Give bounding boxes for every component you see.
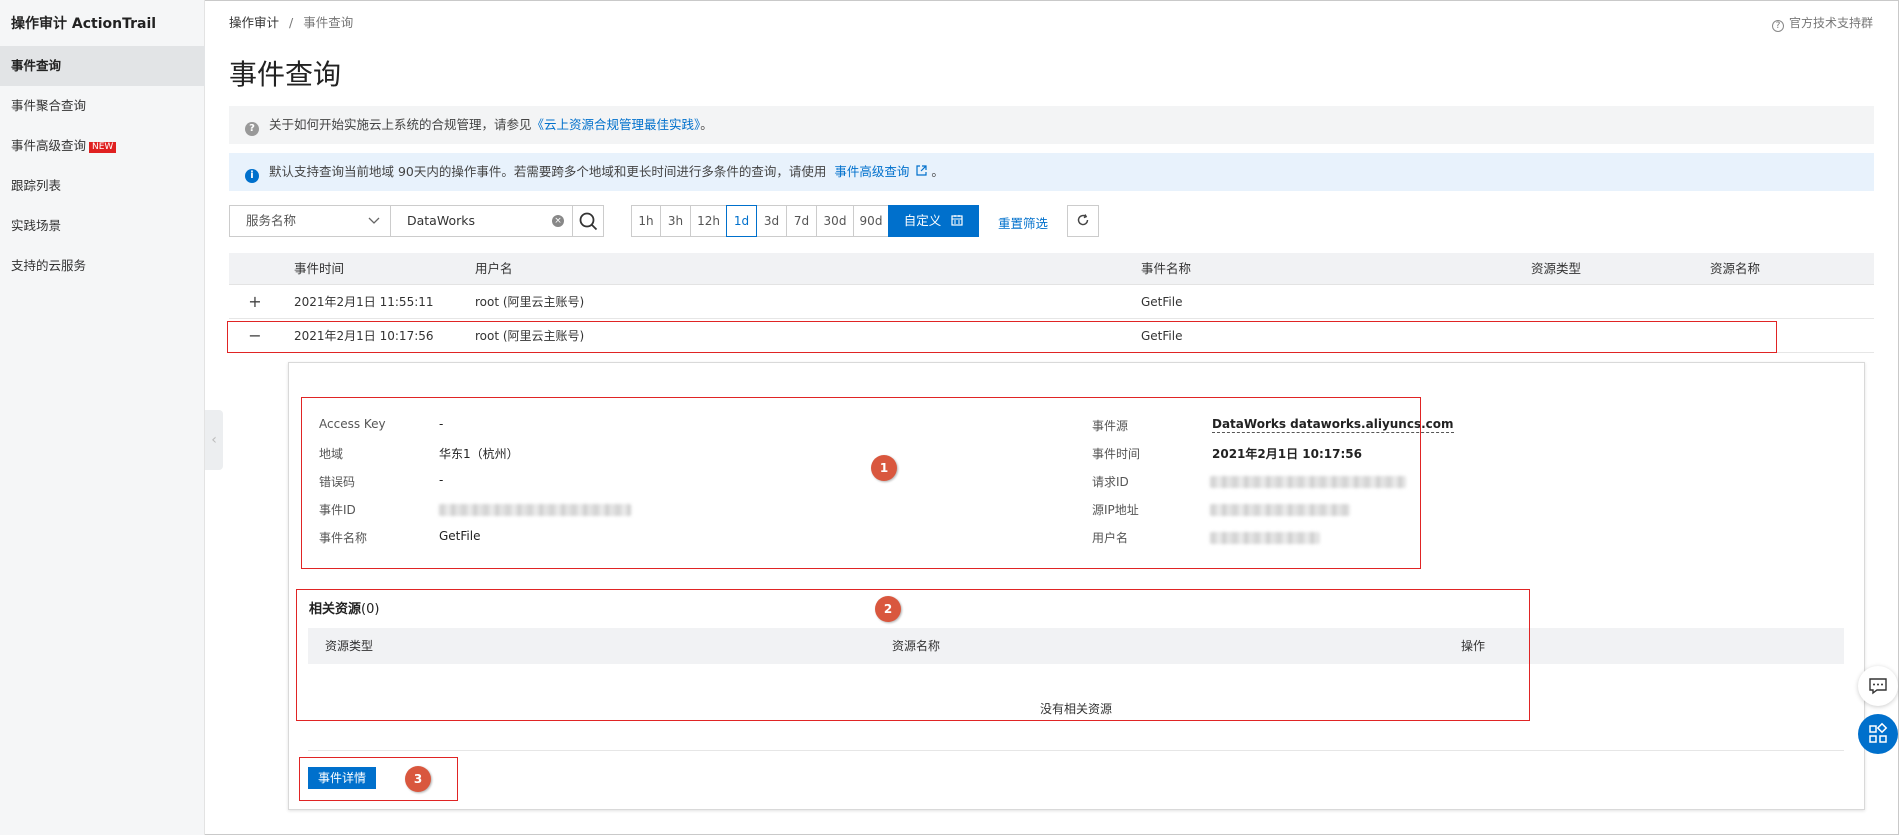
range-3d[interactable]: 3d [756,205,787,237]
col-event-name: 事件名称 [1141,261,1192,276]
event-source-link[interactable]: DataWorks dataworks.aliyuncs.com [1212,417,1454,433]
username-redacted [1210,532,1320,544]
empty-resources-text: 没有相关资源 [1040,702,1113,716]
search-input[interactable]: DataWorks × [390,205,573,237]
source-ip-redacted [1210,504,1350,516]
service-select[interactable]: 服务名称 [229,205,391,237]
event-detail-panel [288,362,1865,810]
range-30d[interactable]: 30d [816,205,854,237]
sidebar-item-advanced-query[interactable]: 事件高级查询 NEW [0,126,205,166]
refresh-button[interactable] [1067,205,1099,237]
sidebar-item-supported-services[interactable]: 支持的云服务 [0,246,205,286]
search-icon [579,212,598,231]
clear-icon[interactable]: × [552,215,564,227]
apps-float-button[interactable] [1858,714,1898,754]
annotation-badge-1: 1 [871,455,897,481]
page-title: 事件查询 [229,58,342,91]
custom-range-button[interactable]: 自定义 [888,205,979,237]
related-resources-title: 相关资源(0) [309,602,380,617]
range-90d[interactable]: 90d [853,205,889,237]
apps-icon [1869,722,1888,743]
compliance-guide-link[interactable]: 《云上资源合规管理最佳实践》 [532,117,701,132]
range-12h[interactable]: 12h [690,205,727,237]
sidebar-item-scenarios[interactable]: 实践场景 [0,206,205,246]
chevron-down-icon [368,206,380,248]
help-circle-icon: ? [1771,20,1784,32]
sidebar-item-aggregate-query[interactable]: 事件聚合查询 [0,86,205,126]
sidebar-item-event-query[interactable]: 事件查询 [0,46,205,86]
event-detail-button[interactable]: 事件详情 [308,767,376,789]
panel-divider [308,750,1844,751]
advanced-query-link[interactable]: 事件高级查询 [834,164,931,179]
col-user: 用户名 [475,261,513,276]
event-id-redacted [439,504,631,516]
new-badge: NEW [89,142,117,153]
reset-filter-link[interactable]: 重置筛选 [998,213,1048,232]
col-event-time: 事件时间 [294,261,345,276]
request-id-redacted [1210,476,1406,488]
refresh-icon [1077,214,1089,226]
info-notice: i 默认支持查询当前地域 90天内的操作事件。若需要跨多个地域和更长时间进行多条件… [229,153,1874,191]
table-row[interactable]: + 2021年2月1日 11:55:11 root (阿里云主账号) GetFi… [229,285,1874,319]
support-link[interactable]: ? 官方技术支持群 [1771,14,1873,32]
collapse-icon[interactable]: − [245,319,265,353]
sidebar-collapse-handle[interactable]: ‹ [205,410,223,470]
chat-icon [1869,678,1887,695]
expand-icon[interactable]: + [245,285,265,319]
breadcrumb-root[interactable]: 操作审计 [229,15,279,30]
sidebar-title: 操作审计 ActionTrail [11,16,157,32]
sidebar: 操作审计 ActionTrail 事件查询 事件聚合查询 事件高级查询 NEW 跟… [0,0,205,835]
annotation-badge-3: 3 [405,766,431,792]
sidebar-item-trail-list[interactable]: 跟踪列表 [0,166,205,206]
compliance-notice: ? 关于如何开始实施云上系统的合规管理，请参见《云上资源合规管理最佳实践》。 [229,106,1874,144]
breadcrumb: 操作审计 / 事件查询 [229,15,354,30]
col-resource-name: 资源名称 [1710,261,1761,276]
external-link-icon [916,165,927,176]
range-7d[interactable]: 7d [786,205,817,237]
help-icon: ? [245,122,259,136]
info-icon: i [245,169,259,183]
col-resource-type: 资源类型 [1531,261,1582,276]
breadcrumb-current: 事件查询 [303,15,354,30]
resources-table-header: 资源类型 资源名称 操作 [308,628,1844,664]
events-table-header: 事件时间 用户名 事件名称 资源类型 资源名称 [229,253,1874,285]
chevron-left-icon: ‹ [211,432,217,448]
search-button[interactable] [572,205,604,237]
calendar-icon [951,215,963,226]
range-1h[interactable]: 1h [631,205,661,237]
chat-float-button[interactable] [1858,666,1898,706]
range-1d[interactable]: 1d [726,205,757,237]
table-row-expanded[interactable]: − 2021年2月1日 10:17:56 root (阿里云主账号) GetFi… [229,319,1874,353]
annotation-badge-2: 2 [875,596,901,622]
range-3h[interactable]: 3h [660,205,691,237]
